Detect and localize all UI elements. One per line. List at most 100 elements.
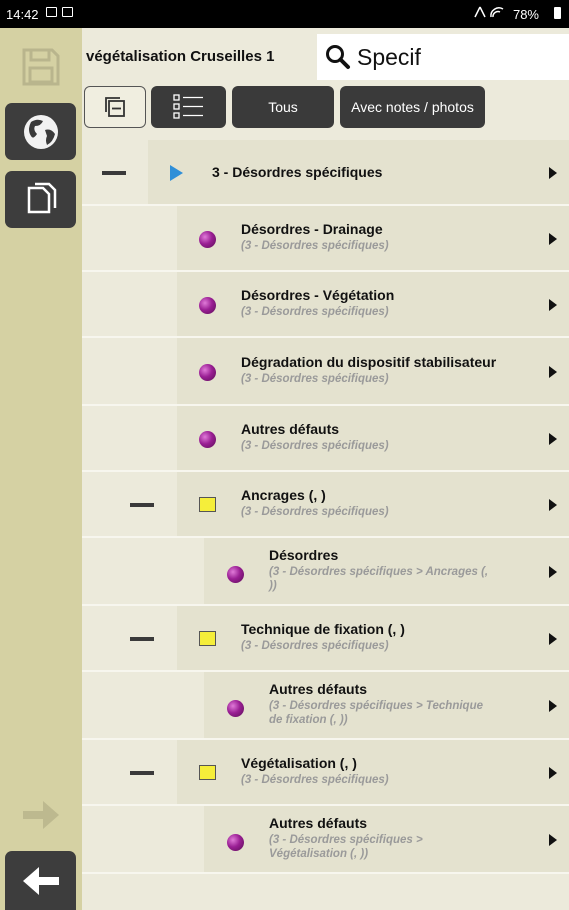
collapse-all-button[interactable] bbox=[84, 86, 146, 128]
item-title: Autres défauts bbox=[269, 815, 368, 831]
item-title: Autres défauts bbox=[241, 421, 340, 437]
chevron-right-icon[interactable] bbox=[549, 834, 557, 846]
row-body bbox=[177, 338, 569, 404]
root-triangle-icon bbox=[170, 165, 183, 181]
item-path-line2: Végétalisation (, )) bbox=[269, 848, 369, 860]
row-body bbox=[177, 406, 569, 470]
tree-item-row[interactable]: Autres défauts (3 - Désordres spécifique… bbox=[82, 406, 569, 472]
tree-root-row[interactable]: 3 - Désordres spécifiques bbox=[82, 140, 569, 206]
collapse-icon[interactable] bbox=[130, 503, 154, 507]
bullet-icon bbox=[227, 566, 244, 583]
bullet-icon bbox=[199, 364, 216, 381]
item-path-line1: (3 - Désordres spécifiques > bbox=[269, 834, 423, 846]
copy-icon bbox=[27, 182, 56, 213]
chevron-right-icon[interactable] bbox=[549, 233, 557, 245]
row-indent bbox=[82, 806, 204, 872]
list-icon bbox=[172, 94, 203, 119]
item-path: (3 - Désordres spécifiques) bbox=[241, 774, 389, 786]
bullet-icon bbox=[227, 700, 244, 717]
chevron-right-icon[interactable] bbox=[549, 366, 557, 378]
collapse-icon[interactable] bbox=[102, 171, 126, 175]
filter-all-button[interactable]: Tous bbox=[232, 86, 334, 128]
chevron-right-icon[interactable] bbox=[549, 499, 557, 511]
tree-item-row[interactable]: Désordres - Drainage (3 - Désordres spéc… bbox=[82, 206, 569, 272]
row-indent bbox=[82, 272, 177, 336]
tree-item-row[interactable]: Autres défauts (3 - Désordres spécifique… bbox=[82, 806, 569, 874]
root-title: 3 - Désordres spécifiques bbox=[212, 164, 383, 180]
collapse-all-icon bbox=[105, 97, 125, 117]
collapse-icon[interactable] bbox=[130, 771, 154, 775]
arrow-left-icon bbox=[22, 866, 59, 895]
tree-folder-row[interactable]: Végétalisation (, ) (3 - Désordres spéci… bbox=[82, 740, 569, 806]
row-indent bbox=[82, 672, 204, 738]
tree-item-row[interactable]: Autres défauts (3 - Désordres spécifique… bbox=[82, 672, 569, 740]
bullet-icon bbox=[199, 297, 216, 314]
status-bar: 14:42 78% bbox=[0, 0, 569, 28]
item-title: Désordres - Drainage bbox=[241, 221, 383, 237]
item-path-line2: )) bbox=[269, 580, 277, 592]
forward-button[interactable] bbox=[5, 786, 76, 843]
item-title: Autres défauts bbox=[269, 681, 368, 697]
row-body bbox=[177, 606, 569, 670]
project-title: végétalisation Cruseilles 1 bbox=[86, 48, 275, 65]
list-view-button[interactable] bbox=[151, 86, 226, 128]
item-path: (3 - Désordres spécifiques) bbox=[241, 440, 389, 452]
wifi-icon bbox=[473, 5, 505, 22]
item-title: Désordres bbox=[269, 547, 339, 563]
chevron-right-icon[interactable] bbox=[549, 167, 557, 179]
row-body bbox=[177, 472, 569, 536]
left-sidebar bbox=[0, 28, 82, 910]
row-indent bbox=[82, 538, 204, 604]
item-path: (3 - Désordres spécifiques) bbox=[241, 373, 389, 385]
filter-notes-photos-button[interactable]: Avec notes / photos bbox=[340, 86, 485, 128]
battery-icon bbox=[554, 7, 561, 19]
gallery-notification-icon bbox=[46, 7, 57, 17]
row-indent bbox=[82, 406, 177, 470]
row-body bbox=[177, 272, 569, 336]
item-path: (3 - Désordres spécifiques) bbox=[241, 240, 389, 252]
row-body bbox=[177, 206, 569, 270]
back-button[interactable] bbox=[5, 851, 76, 910]
chevron-right-icon[interactable] bbox=[549, 299, 557, 311]
chevron-right-icon[interactable] bbox=[549, 433, 557, 445]
tree-item-row[interactable]: Désordres - Végétation (3 - Désordres sp… bbox=[82, 272, 569, 338]
item-title: Technique de fixation (, ) bbox=[241, 621, 405, 637]
tree-view: 3 - Désordres spécifiques Désordres - Dr… bbox=[82, 140, 569, 874]
save-button[interactable] bbox=[5, 38, 76, 95]
status-time: 14:42 bbox=[6, 7, 39, 22]
tree-folder-row[interactable]: Technique de fixation (, ) (3 - Désordre… bbox=[82, 606, 569, 672]
battery-level: 78% bbox=[512, 7, 539, 22]
copy-button[interactable] bbox=[5, 171, 76, 228]
bullet-icon bbox=[227, 834, 244, 851]
tree-folder-row[interactable]: Ancrages (, ) (3 - Désordres spécifiques… bbox=[82, 472, 569, 538]
item-path-line2: de fixation (, )) bbox=[269, 714, 348, 726]
chevron-right-icon[interactable] bbox=[549, 566, 557, 578]
chevron-right-icon[interactable] bbox=[549, 767, 557, 779]
globe-icon bbox=[23, 114, 58, 149]
folder-square-icon bbox=[199, 765, 216, 780]
chevron-right-icon[interactable] bbox=[549, 633, 557, 645]
bullet-icon bbox=[199, 431, 216, 448]
tree-item-row[interactable]: Désordres (3 - Désordres spécifiques > A… bbox=[82, 538, 569, 606]
folder-square-icon bbox=[199, 631, 216, 646]
tree-item-row[interactable]: Dégradation du dispositif stabilisateur … bbox=[82, 338, 569, 406]
collapse-icon[interactable] bbox=[130, 637, 154, 641]
item-path: (3 - Désordres spécifiques) bbox=[241, 640, 389, 652]
item-title: Ancrages (, ) bbox=[241, 487, 326, 503]
search-value: Specif bbox=[357, 43, 421, 70]
chevron-right-icon[interactable] bbox=[549, 700, 557, 712]
item-title: Désordres - Végétation bbox=[241, 287, 395, 303]
globe-button[interactable] bbox=[5, 103, 76, 160]
item-path: (3 - Désordres spécifiques) bbox=[241, 306, 389, 318]
search-icon bbox=[326, 45, 350, 69]
item-title: Dégradation du dispositif stabilisateur bbox=[241, 354, 497, 370]
row-indent bbox=[82, 206, 177, 270]
header: végétalisation Cruseilles 1 Specif bbox=[82, 28, 569, 82]
save-icon bbox=[22, 48, 59, 85]
image-notification-icon bbox=[62, 7, 73, 17]
item-path-line1: (3 - Désordres spécifiques > Ancrages (, bbox=[269, 566, 489, 578]
toolbar: Tous Avec notes / photos bbox=[82, 84, 569, 130]
folder-square-icon bbox=[199, 497, 216, 512]
search-field[interactable]: Specif bbox=[317, 34, 569, 80]
row-body bbox=[177, 740, 569, 804]
